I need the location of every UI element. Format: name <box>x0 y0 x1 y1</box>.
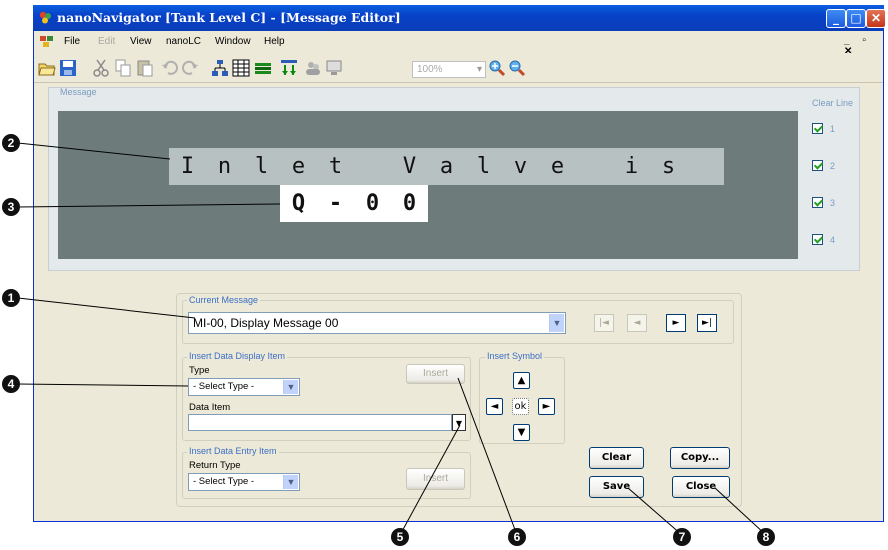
callout-marker: 8 <box>757 528 775 546</box>
callout-marker: 6 <box>508 528 526 546</box>
callout-marker: 5 <box>391 528 409 546</box>
callout-marker: 1 <box>2 289 20 307</box>
callout-lines <box>17 142 767 536</box>
callout-marker: 4 <box>2 375 20 393</box>
callout-marker: 2 <box>2 134 20 152</box>
callout-marker: 3 <box>2 198 20 216</box>
callout-marker: 7 <box>673 528 691 546</box>
